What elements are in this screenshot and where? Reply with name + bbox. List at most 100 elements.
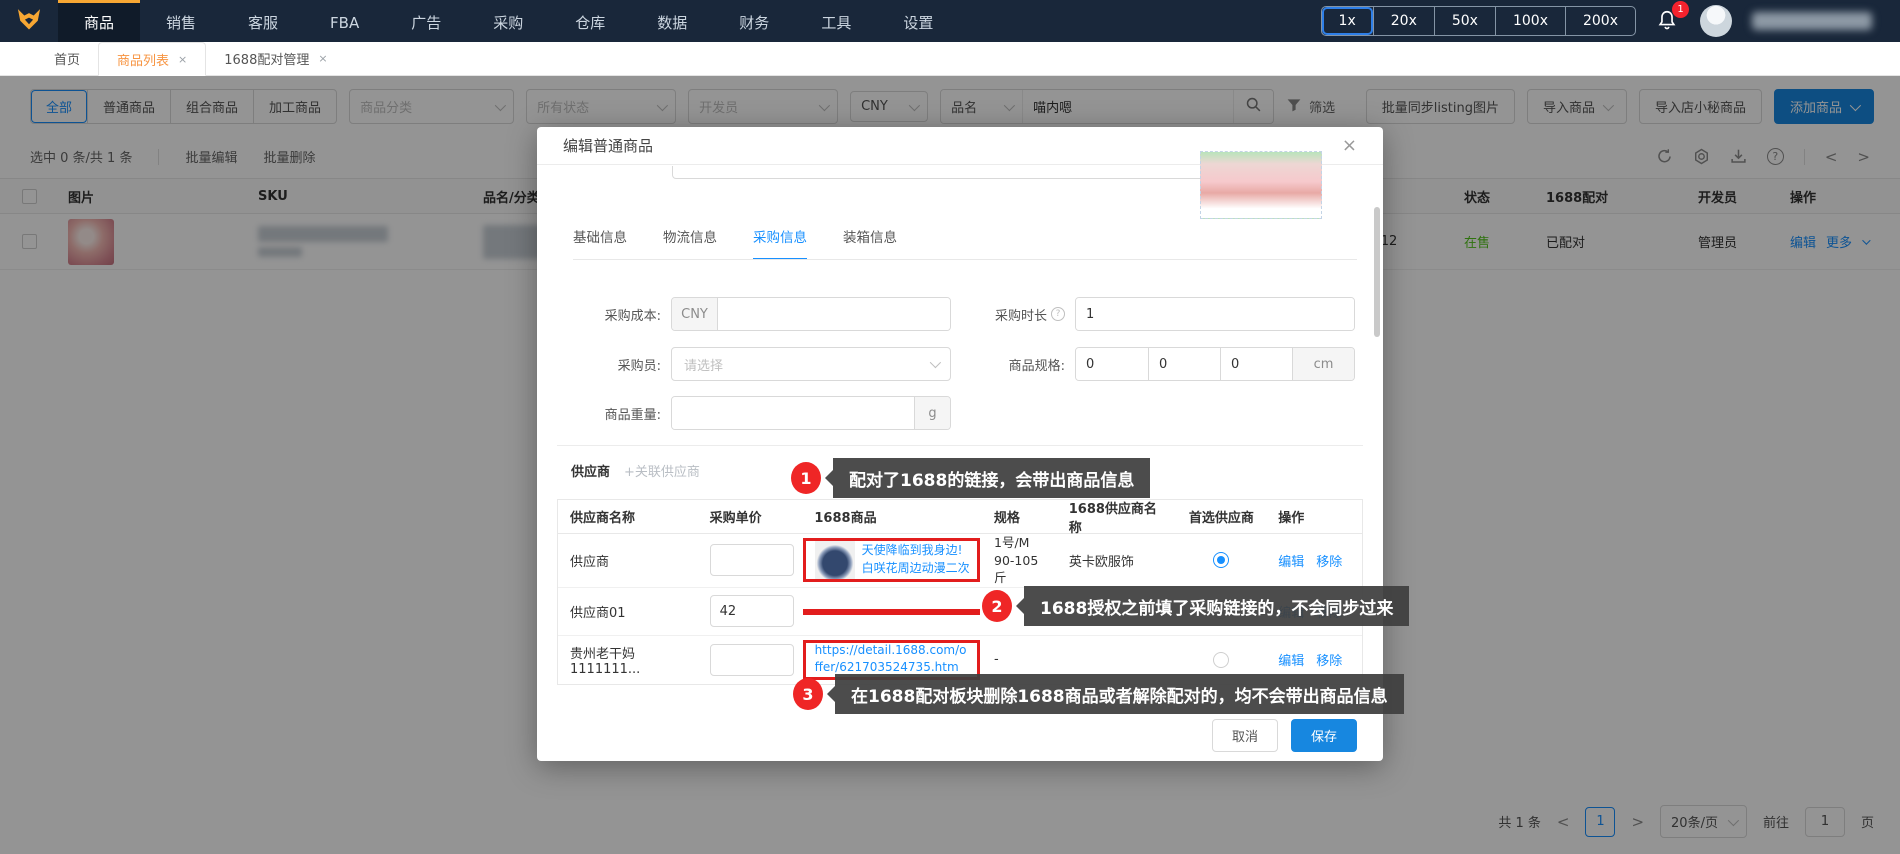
- supplier-name: 供应商01: [570, 605, 626, 621]
- product-1688-cell-highlighted: https://detail.1688.com/offer/6217035247…: [802, 639, 982, 680]
- section-divider: [557, 445, 1363, 446]
- zoom-200x-button[interactable]: 200x: [1564, 7, 1635, 35]
- tab-basic-info[interactable]: 基础信息: [573, 226, 627, 260]
- supplier-remove-link[interactable]: 移除: [1316, 650, 1342, 669]
- buyer-select[interactable]: 请选择: [671, 347, 951, 381]
- page-tabbar: 首页 商品列表 × 1688配对管理 ×: [0, 42, 1900, 76]
- product-1688-thumbnail: [814, 540, 855, 581]
- nav-item-settings[interactable]: 设置: [877, 0, 959, 42]
- unit-price-input[interactable]: [709, 544, 794, 577]
- annotation-3-marker: 3: [793, 678, 823, 710]
- tab-close-icon[interactable]: ×: [178, 53, 187, 66]
- nav-menu: 商品 销售 客服 FBA 广告 采购 仓库 数据 财务 工具 设置: [58, 0, 959, 42]
- spec-width-input[interactable]: [1148, 348, 1220, 380]
- supplier-edit-link[interactable]: 编辑: [1278, 650, 1304, 669]
- col-preferred-supplier: 首选供应商: [1188, 511, 1254, 526]
- tabs-underline: [573, 259, 1357, 260]
- modal-footer: 取消 保存: [1211, 719, 1357, 752]
- spec-label: 商品规格:: [1008, 358, 1065, 374]
- nav-item-service[interactable]: 客服: [222, 0, 304, 42]
- unit-price-input[interactable]: [709, 595, 794, 627]
- tab-product-list-label: 商品列表: [117, 53, 170, 69]
- nav-item-purchase[interactable]: 采购: [467, 0, 549, 42]
- weight-unit: g: [914, 397, 950, 429]
- close-icon[interactable]: ×: [1342, 136, 1357, 155]
- supplier-name: 供应商: [570, 554, 610, 570]
- buyer-select-placeholder: 请选择: [684, 358, 724, 374]
- zoom-100x-button[interactable]: 100x: [1494, 7, 1565, 35]
- buyer-field-group: 采购员: 请选择: [565, 347, 951, 381]
- nav-item-data[interactable]: 数据: [631, 0, 713, 42]
- annotation-2-tooltip: 1688授权之前填了采购链接的，不会同步过来: [1024, 586, 1410, 626]
- nav-item-ads[interactable]: 广告: [385, 0, 467, 42]
- product-1688-url-link[interactable]: https://detail.1688.com/offer/6217035247…: [815, 642, 970, 678]
- preferred-supplier-radio[interactable]: [1213, 651, 1230, 668]
- purchase-duration-input[interactable]: [1076, 298, 1354, 330]
- edit-product-modal: 编辑普通商品 × 基础信息 物流信息 采购信息 装箱信息 采购成本: CNY 采…: [537, 127, 1410, 761]
- supplier-spec: 1号/M 90-105斤: [994, 535, 1039, 585]
- nav-item-warehouse[interactable]: 仓库: [549, 0, 631, 42]
- zoom-50x-button[interactable]: 50x: [1433, 7, 1495, 35]
- notification-badge: 1: [1672, 1, 1689, 18]
- tab-1688-pairing[interactable]: 1688配对管理 ×: [206, 42, 345, 75]
- supplier-table-header: 供应商名称 采购单价 1688商品 规格 1688供应商名称 首选供应商 操作: [558, 500, 1362, 536]
- weight-field-group: 商品重量: g: [565, 396, 951, 430]
- tab-purchase-info[interactable]: 采购信息: [753, 226, 807, 260]
- supplier-section-title: 供应商: [571, 465, 611, 480]
- link-supplier-button[interactable]: +关联供应商: [624, 461, 700, 480]
- fox-logo-icon: [14, 5, 44, 37]
- unit-price-input[interactable]: [709, 643, 794, 676]
- product-1688-cell-highlighted: 天使降临到我身边! 白咲花周边动漫二次元...: [802, 538, 982, 583]
- zoom-20x-button[interactable]: 20x: [1372, 7, 1434, 35]
- notification-bell[interactable]: 1: [1656, 1, 1689, 34]
- username-redacted: [1752, 12, 1872, 30]
- purchase-cost-input[interactable]: [718, 298, 950, 330]
- buyer-label: 采购员:: [617, 358, 661, 374]
- preferred-supplier-radio[interactable]: [1213, 552, 1230, 569]
- annotation-2-marker: 2: [982, 590, 1012, 622]
- spec-length-input[interactable]: [1076, 348, 1148, 380]
- weight-label: 商品重量:: [604, 407, 661, 423]
- spec-height-input[interactable]: [1220, 348, 1292, 380]
- modal-title: 编辑普通商品: [563, 137, 654, 155]
- app-screen: 商品 销售 客服 FBA 广告 采购 仓库 数据 财务 工具 设置 1x 20x…: [0, 0, 1900, 854]
- tab-packing-info[interactable]: 装箱信息: [843, 226, 897, 260]
- col-supplier-name: 供应商名称: [570, 511, 636, 526]
- modal-scrollbar[interactable]: [1374, 207, 1380, 337]
- tab-logistics-info[interactable]: 物流信息: [663, 226, 717, 260]
- nav-item-finance[interactable]: 财务: [713, 0, 795, 42]
- info-icon[interactable]: ?: [1051, 307, 1065, 321]
- save-button[interactable]: 保存: [1290, 719, 1357, 752]
- nav-item-fba[interactable]: FBA: [304, 0, 385, 42]
- user-avatar[interactable]: [1700, 5, 1732, 37]
- annotation-3-tooltip: 在1688配对板块删除1688商品或者解除配对的，均不会带出商品信息: [835, 674, 1404, 714]
- col-1688-supplier-name: 1688供应商名称: [1068, 501, 1157, 536]
- scrolled-input-fragment: [672, 166, 1212, 179]
- spec-field-group: 商品规格: cm: [977, 347, 1355, 381]
- nav-item-products[interactable]: 商品: [58, 0, 141, 42]
- zoom-button-group: 1x 20x 50x 100x 200x: [1320, 6, 1636, 36]
- top-nav: 商品 销售 客服 FBA 广告 采购 仓库 数据 财务 工具 设置 1x 20x…: [0, 0, 1900, 42]
- supplier-name: 贵州老干妈1111111...: [570, 646, 641, 677]
- supplier-edit-link[interactable]: 编辑: [1278, 551, 1304, 570]
- tab-close-icon[interactable]: ×: [318, 52, 327, 65]
- col-operation: 操作: [1278, 511, 1305, 526]
- nav-right: 1x 20x 50x 100x 200x 1: [1320, 0, 1900, 42]
- tab-home[interactable]: 首页: [36, 42, 98, 75]
- currency-prefix: CNY: [672, 298, 718, 330]
- nav-item-sales[interactable]: 销售: [140, 0, 222, 42]
- product-photo[interactable]: [1200, 151, 1322, 219]
- col-spec: 规格: [993, 511, 1020, 526]
- product-1688-link[interactable]: 天使降临到我身边! 白咲花周边动漫二次元...: [862, 542, 970, 578]
- weight-input[interactable]: [672, 397, 914, 429]
- annotation-1-tooltip: 配对了1688的链接，会带出商品信息: [833, 458, 1151, 498]
- tab-product-list[interactable]: 商品列表 ×: [98, 42, 207, 76]
- col-1688-product: 1688商品: [814, 511, 877, 526]
- cancel-button[interactable]: 取消: [1211, 719, 1278, 752]
- zoom-1x-button[interactable]: 1x: [1322, 7, 1373, 35]
- purchase-cost-field-group: 采购成本: CNY: [565, 297, 951, 331]
- tab-1688-pairing-label: 1688配对管理: [224, 53, 310, 68]
- nav-item-tools[interactable]: 工具: [795, 0, 877, 42]
- app-logo[interactable]: [0, 0, 58, 42]
- supplier-remove-link[interactable]: 移除: [1316, 551, 1342, 570]
